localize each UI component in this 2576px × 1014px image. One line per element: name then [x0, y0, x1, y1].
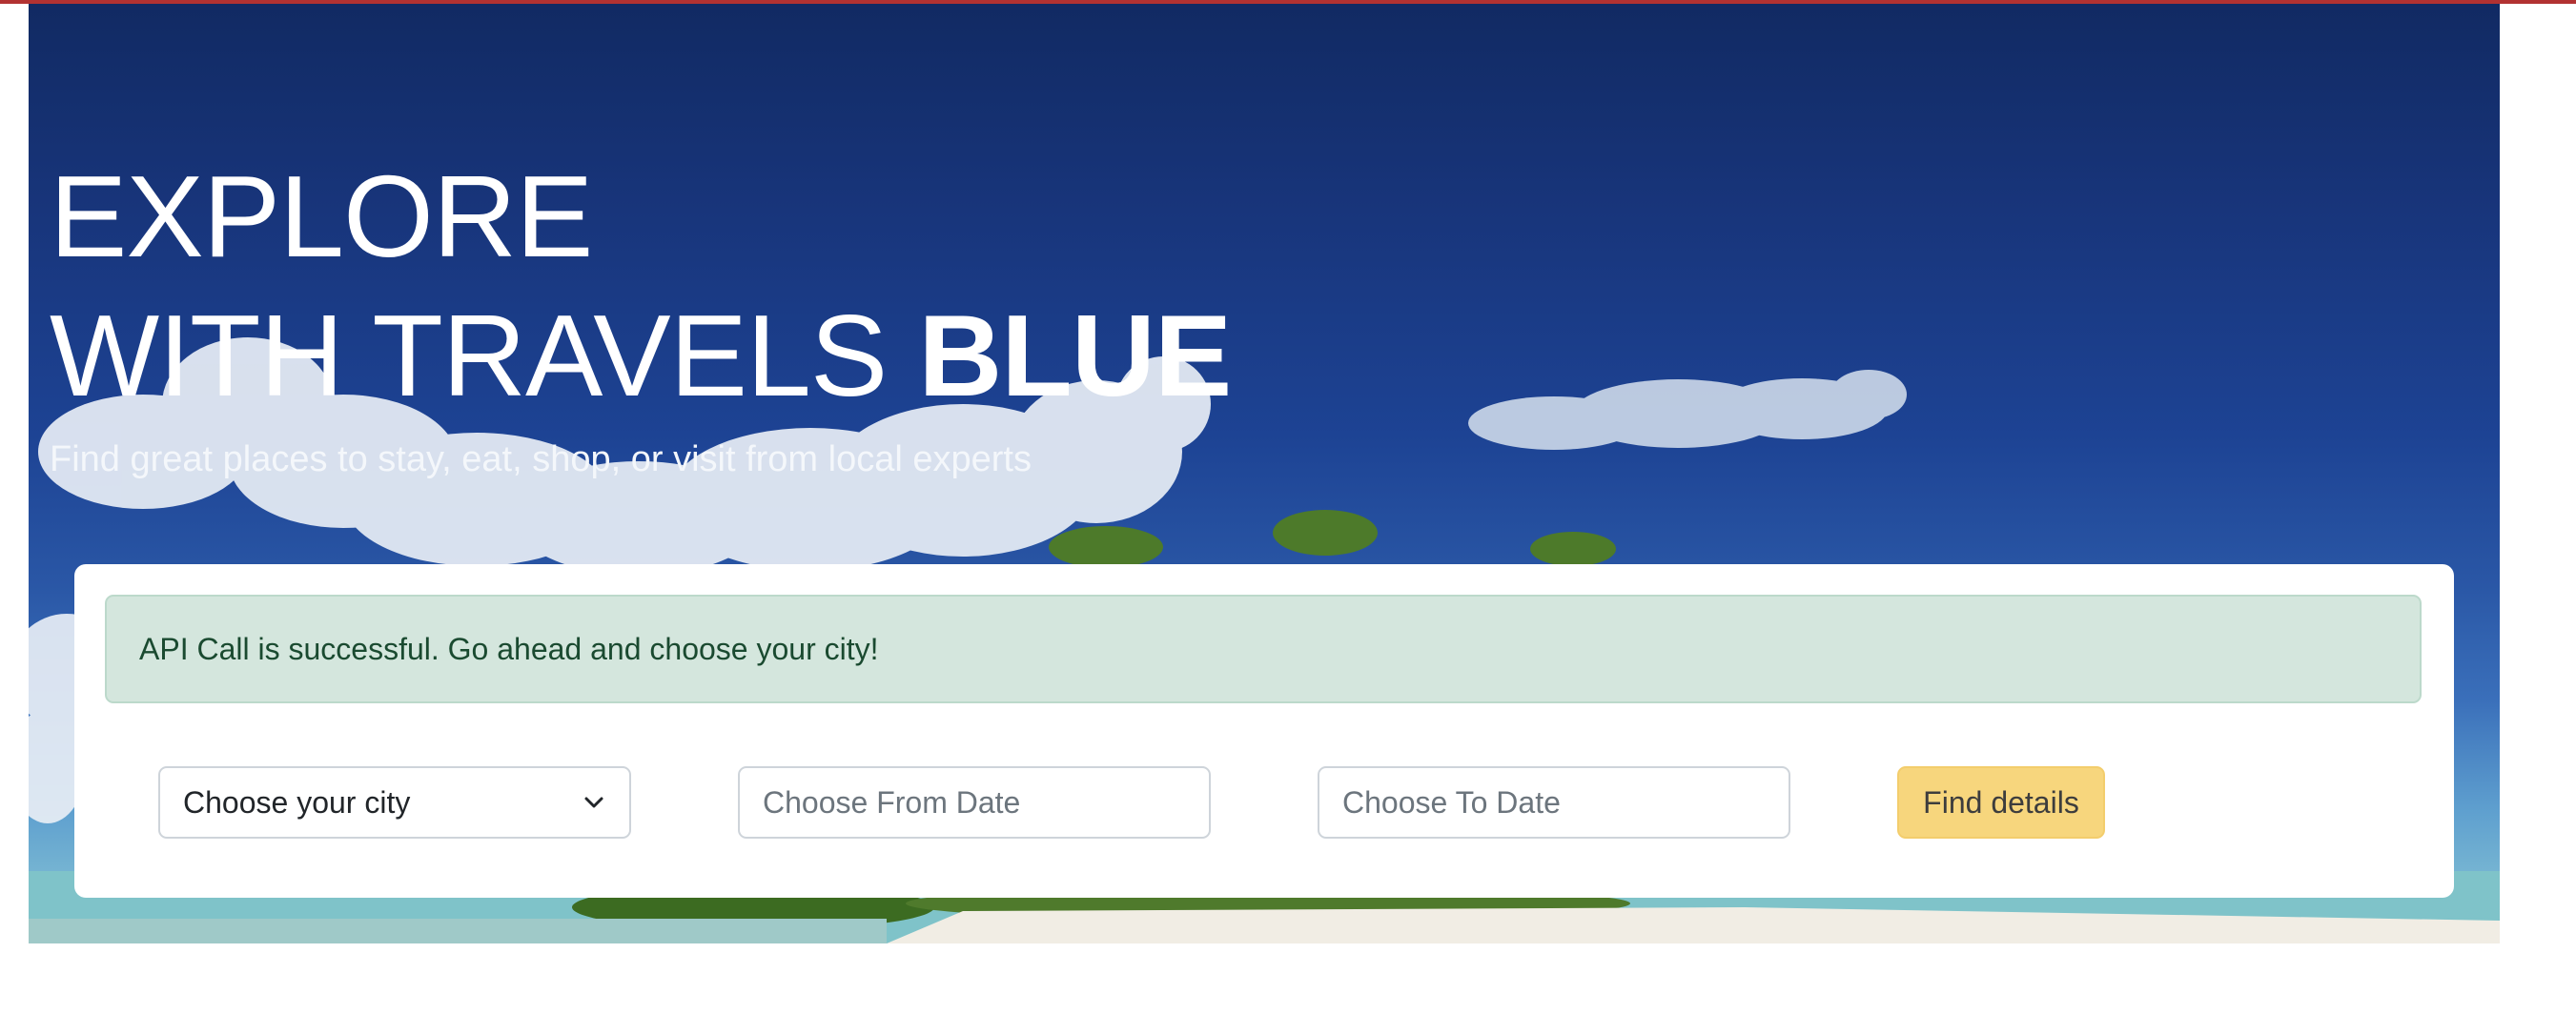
to-date-input[interactable]: [1318, 766, 1790, 839]
hero-title-line1: EXPLORE: [50, 152, 593, 281]
hero-subtitle: Find great places to stay, eat, shop, or…: [50, 439, 1032, 479]
hero-brand-word: BLUE: [918, 291, 1232, 420]
city-select[interactable]: Choose your city: [158, 766, 631, 839]
find-details-button[interactable]: Find details: [1897, 766, 2105, 839]
hero-title: EXPLORE WITH TRAVELS BLUE: [50, 147, 1232, 425]
chevron-down-icon: [584, 797, 603, 808]
city-select-value: Choose your city: [183, 784, 411, 820]
hero-title-line2: WITH TRAVELS: [50, 291, 919, 420]
from-date-input[interactable]: [738, 766, 1211, 839]
success-alert: API Call is successful. Go ahead and cho…: [105, 595, 2422, 703]
search-card: API Call is successful. Go ahead and cho…: [74, 564, 2454, 898]
